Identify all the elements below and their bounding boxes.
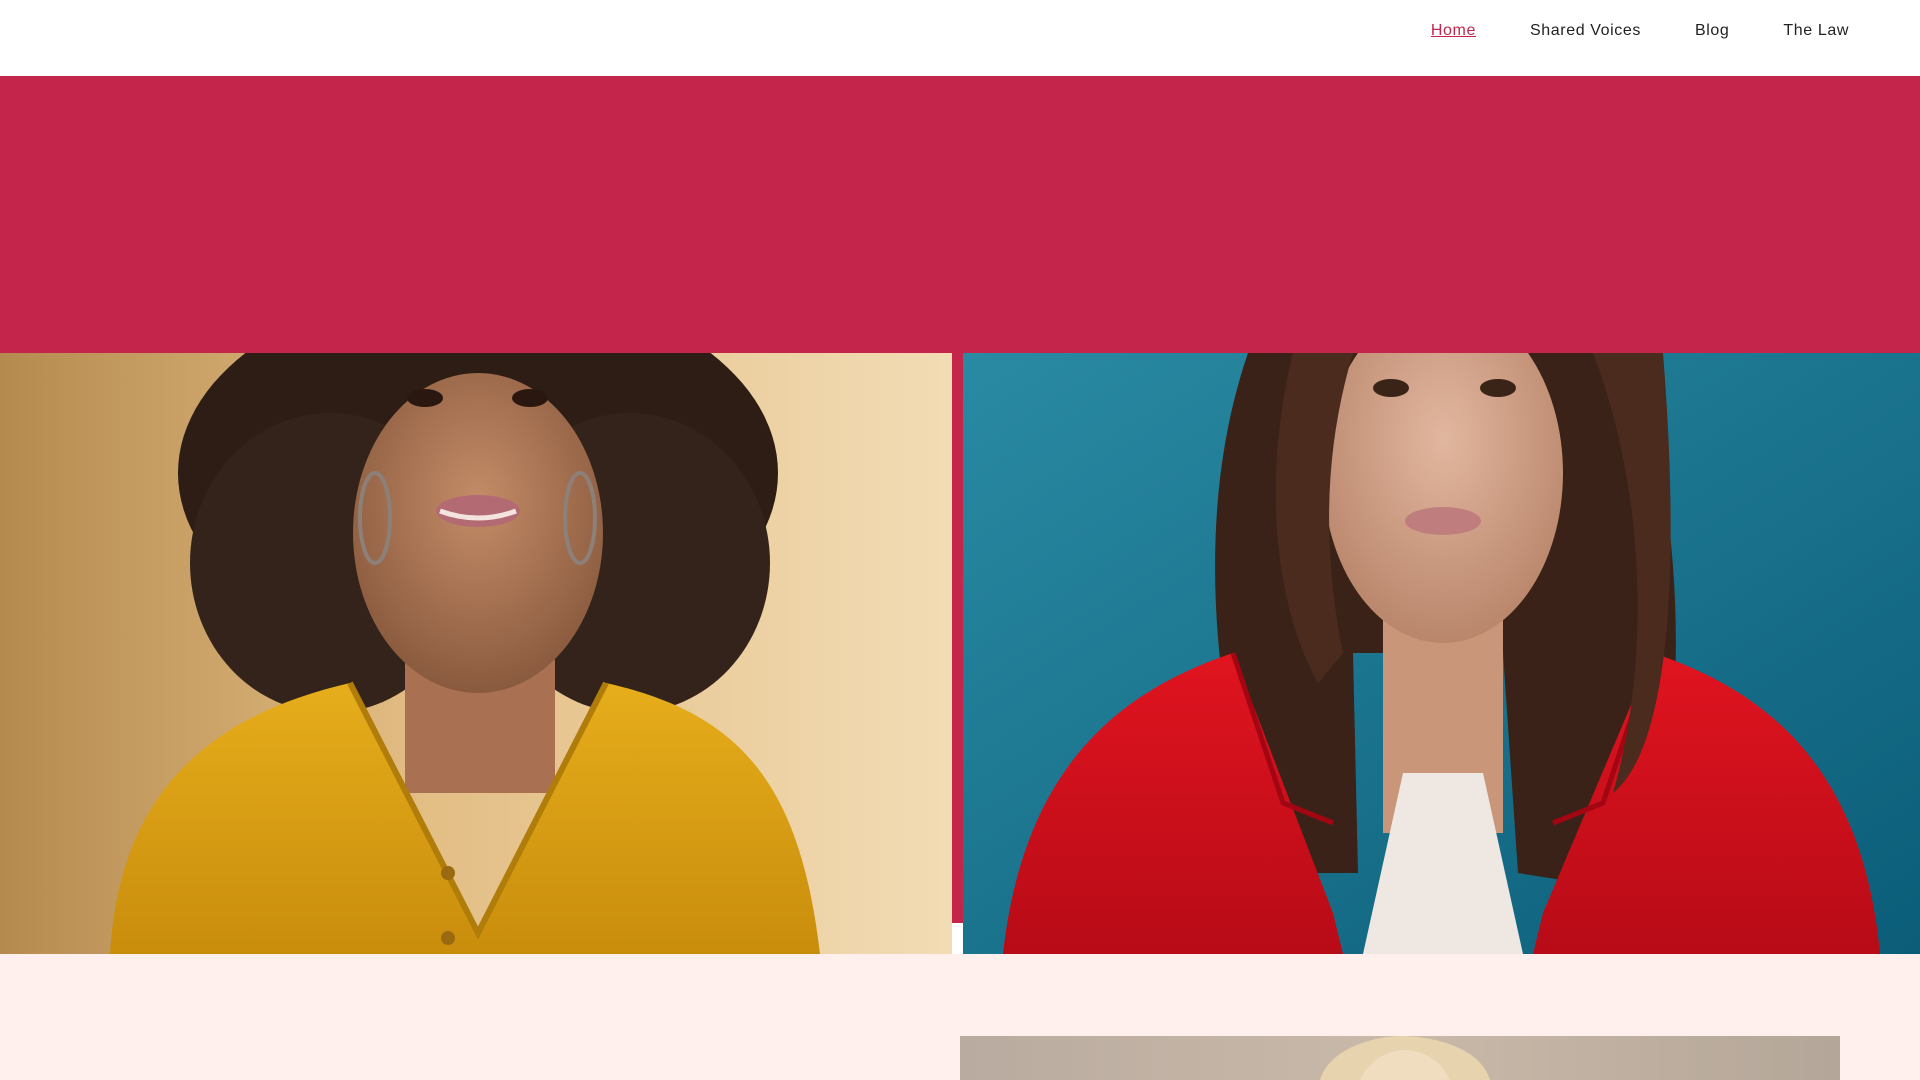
nav-the-law-link[interactable]: The Law — [1783, 22, 1849, 40]
hero-banner — [0, 76, 1920, 353]
portrait-photo-yellow — [0, 353, 952, 954]
nav-shared-voices-link[interactable]: Shared Voices — [1530, 22, 1641, 40]
main-nav: Home Shared Voices Blog The Law — [1431, 22, 1849, 40]
portrait-photo-red-blazer — [963, 353, 1920, 954]
divider-strip — [952, 353, 963, 923]
site-header: Home Shared Voices Blog The Law — [0, 0, 1920, 76]
nav-blog-link[interactable]: Blog — [1695, 22, 1729, 40]
portrait-photo-blonde — [960, 1036, 1840, 1080]
nav-home-link[interactable]: Home — [1431, 22, 1476, 40]
